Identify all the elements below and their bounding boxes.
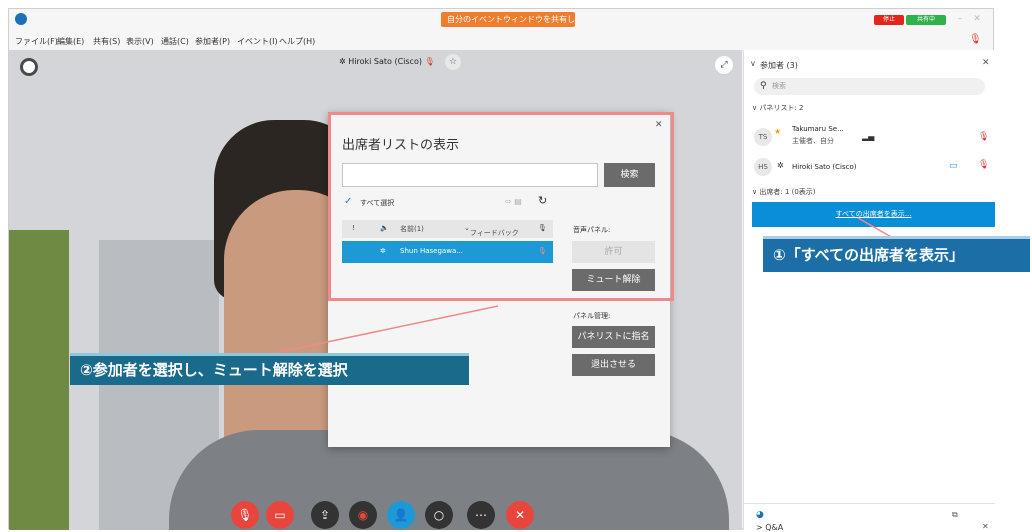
menu-file[interactable]: ファイル(F) bbox=[15, 36, 58, 47]
attendees-count: 出席者: 1 (0表示) bbox=[759, 188, 816, 196]
highlight-frame bbox=[328, 112, 674, 301]
globe-icon[interactable]: ◕ bbox=[756, 510, 764, 520]
stop-sharing-button[interactable]: 停止 bbox=[874, 15, 904, 25]
menu-edit[interactable]: 編集(E) bbox=[57, 36, 84, 47]
speaker-mic-muted-icon: 🎙 bbox=[424, 57, 435, 66]
more-button[interactable]: ⋯ bbox=[467, 501, 495, 529]
participant-search-input[interactable]: ⚲ 検索 bbox=[754, 78, 985, 95]
signal-icon: ▂▄ bbox=[862, 132, 875, 141]
chat-button[interactable]: ○ bbox=[425, 501, 453, 529]
more-icon: ⋯ bbox=[475, 508, 487, 522]
menu-help[interactable]: ヘルプ(H) bbox=[279, 36, 315, 47]
mic-muted-icon[interactable]: 🎙 bbox=[978, 160, 989, 170]
speaker-name: Hiroki Sato (Cisco) bbox=[348, 57, 422, 66]
panelists-section-label[interactable]: ∨ パネリスト: 2 bbox=[752, 103, 803, 113]
app-root: 自分のイベントウィンドウを共有し... 停止 共有中 – ✕ ファイル(F) 編… bbox=[0, 0, 1032, 532]
panel-close-icon[interactable]: ✕ bbox=[982, 58, 990, 68]
callout-step1: ①「すべての出席者を表示」 bbox=[763, 236, 1030, 272]
panelist-name: Takumaru Se... bbox=[792, 125, 844, 133]
search-placeholder: 検索 bbox=[772, 82, 786, 90]
webex-logo-icon bbox=[15, 13, 27, 25]
video-button[interactable]: ▭ bbox=[266, 501, 294, 529]
callout-step2: ②参加者を選択し、ミュート解除を選択 bbox=[70, 353, 469, 385]
participants-button[interactable]: 👤 bbox=[387, 501, 415, 529]
mic-muted-icon[interactable]: 🎙 bbox=[969, 34, 982, 45]
leave-button[interactable]: ✕ bbox=[506, 501, 534, 529]
sharing-status-badge: 共有中 bbox=[906, 15, 946, 25]
mic-muted-icon[interactable]: 🎙 bbox=[978, 132, 989, 142]
chevron-down-icon[interactable]: ∨ bbox=[750, 59, 756, 68]
participants-panel: ∨ 参加者 (3) ✕ ⚲ 検索 ∨ パネリスト: 2 TS Takumaru … bbox=[743, 50, 995, 532]
menu-event[interactable]: イベント(I) bbox=[237, 36, 278, 47]
chat-icon: ○ bbox=[433, 508, 445, 522]
speaker-icon: ✲ bbox=[339, 57, 349, 66]
host-icon: ★ bbox=[774, 127, 782, 136]
expand-icon[interactable]: ⤢ bbox=[715, 56, 733, 74]
curtain bbox=[9, 230, 69, 530]
record-icon: ◉ bbox=[357, 508, 369, 522]
menu-view[interactable]: 表示(V) bbox=[126, 36, 154, 47]
menu-participants[interactable]: 参加者(P) bbox=[195, 36, 230, 47]
popout-icon[interactable]: ⧉ bbox=[952, 510, 958, 520]
active-speaker-label: ✲ Hiroki Sato (Cisco) 🎙 bbox=[339, 57, 435, 66]
menu-share[interactable]: 共有(S) bbox=[93, 36, 120, 47]
minimize-icon[interactable]: – bbox=[955, 14, 965, 24]
pin-icon[interactable]: ☆ bbox=[445, 54, 461, 70]
title-bar: 自分のイベントウィンドウを共有し... 停止 共有中 – ✕ bbox=[9, 9, 993, 31]
share-button[interactable]: ⇪ bbox=[311, 501, 339, 529]
attendees-section-label[interactable]: ∨ 出席者: 1 (0表示) bbox=[752, 187, 816, 197]
camera-off-icon: ▭ bbox=[274, 508, 286, 522]
layout-toggle-icon[interactable] bbox=[20, 58, 38, 76]
expel-button[interactable]: 退出させる bbox=[572, 354, 655, 376]
qa-close-icon[interactable]: ✕ bbox=[982, 522, 989, 531]
avatar: HS bbox=[754, 158, 772, 176]
menu-bar: ファイル(F) 編集(E) 共有(S) 表示(V) 通話(C) 参加者(P) イ… bbox=[9, 31, 993, 50]
qa-title: Q&A bbox=[765, 523, 784, 532]
share-icon: ⇪ bbox=[319, 508, 331, 522]
make-panelist-button[interactable]: パネリストに指名 bbox=[572, 326, 655, 348]
phone-icon: ✲ bbox=[777, 161, 784, 170]
show-all-attendees-link[interactable]: すべての出席者を表示... bbox=[752, 202, 995, 227]
panelist-role: 主催者、自分 bbox=[792, 137, 834, 145]
close-icon: ✕ bbox=[514, 508, 526, 522]
search-icon: ⚲ bbox=[760, 81, 767, 91]
sharing-banner[interactable]: 自分のイベントウィンドウを共有し... bbox=[441, 12, 575, 27]
panelists-count: パネリスト: 2 bbox=[759, 104, 804, 112]
participants-title: 参加者 (3) bbox=[760, 61, 798, 70]
person-icon: 👤 bbox=[393, 508, 409, 522]
qa-section-label[interactable]: > Q&A bbox=[756, 523, 783, 532]
close-window-icon[interactable]: ✕ bbox=[972, 14, 982, 24]
panelist-name: Hiroki Sato (Cisco) bbox=[792, 163, 857, 171]
avatar: TS bbox=[754, 128, 772, 146]
mic-off-icon: 🎙 bbox=[237, 508, 253, 522]
mute-button[interactable]: 🎙 bbox=[231, 501, 259, 529]
video-on-icon: ▭ bbox=[949, 161, 958, 171]
panel-manage-label: パネル管理: bbox=[573, 312, 611, 320]
menu-call[interactable]: 通話(C) bbox=[161, 36, 189, 47]
record-button[interactable]: ◉ bbox=[349, 501, 377, 529]
